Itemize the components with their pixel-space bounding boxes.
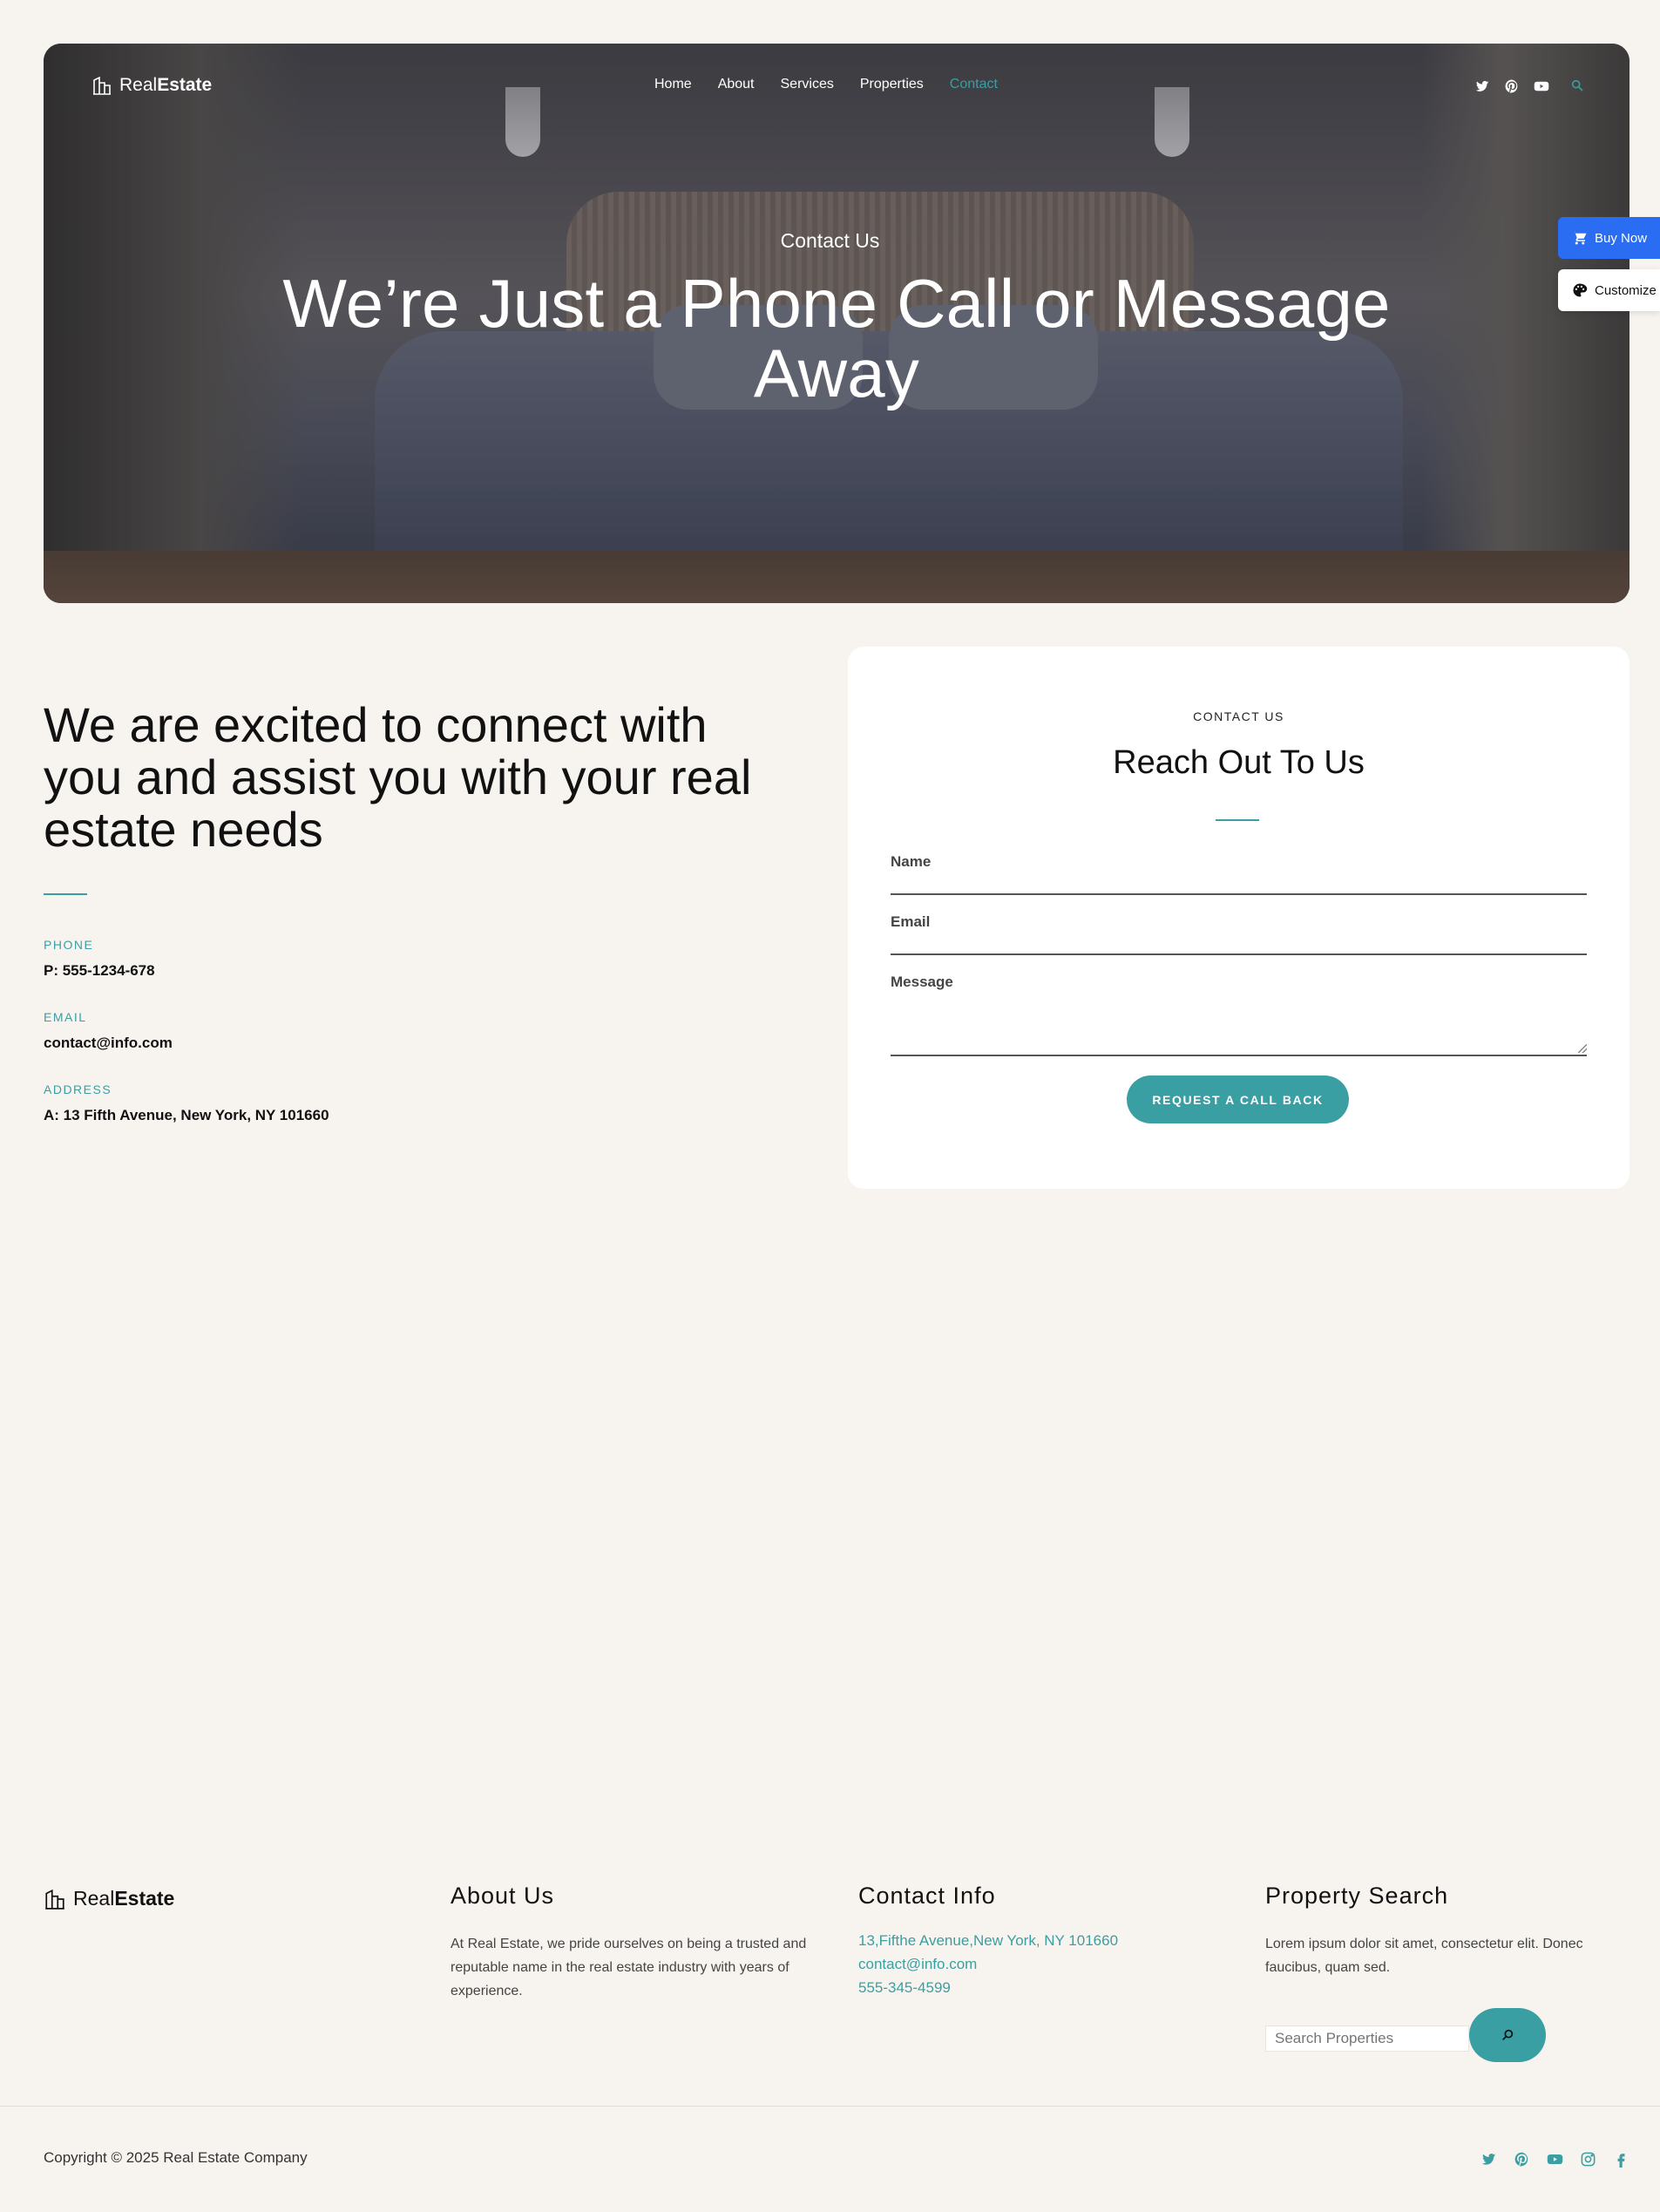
form-divider: [1216, 819, 1259, 821]
copyright-text: Copyright © 2025 Real Estate Company: [44, 2149, 308, 2166]
youtube-icon[interactable]: [1547, 2151, 1563, 2168]
footer-divider: [0, 2106, 1660, 2107]
email-field[interactable]: [891, 953, 1587, 955]
logo-text-light: Real: [119, 75, 158, 95]
address-label: ADDRESS: [44, 1082, 112, 1096]
footer-contact-phone[interactable]: 555-345-4599: [858, 1979, 951, 1997]
footer-logo[interactable]: Real Estate: [44, 1887, 174, 1910]
buy-now-label: Buy Now: [1595, 230, 1648, 246]
footer-about-title: About Us: [451, 1883, 555, 1909]
footer-contact-email[interactable]: contact@info.com: [858, 1956, 977, 1973]
footer-logo-bold: Estate: [114, 1887, 175, 1910]
search-icon[interactable]: [1570, 78, 1586, 94]
phone-label: PHONE: [44, 938, 94, 952]
contact-form-card: CONTACT US Reach Out To Us Name Email Me…: [848, 647, 1630, 1189]
footer-search-text: Lorem ipsum dolor sit amet, consectetur …: [1265, 1937, 1583, 1975]
search-icon: [1502, 2029, 1514, 2040]
name-field-label: Name: [891, 853, 932, 870]
property-search-button[interactable]: [1469, 2008, 1546, 2062]
cart-icon: [1572, 231, 1587, 245]
site-logo[interactable]: Real Estate: [91, 75, 212, 96]
form-eyebrow: CONTACT US: [1193, 709, 1284, 723]
youtube-icon[interactable]: [1534, 78, 1549, 94]
footer-about-text: At Real Estate, we pride ourselves on be…: [451, 1937, 807, 1998]
customize-button[interactable]: Customize: [1558, 269, 1660, 311]
palette-icon: [1573, 283, 1588, 297]
hero-eyebrow: Contact Us: [780, 229, 880, 252]
pinterest-icon[interactable]: [1514, 2151, 1530, 2168]
nav-services[interactable]: Services: [781, 77, 834, 92]
facebook-icon[interactable]: [1613, 2151, 1630, 2168]
nav-home[interactable]: Home: [654, 77, 692, 92]
building-logo-icon: [93, 76, 111, 95]
email-value[interactable]: contact@info.com: [44, 1035, 173, 1052]
nav-properties[interactable]: Properties: [860, 77, 924, 92]
footer-contact-address[interactable]: 13,Fifthe Avenue,New York, NY 101660: [858, 1932, 1118, 1950]
phone-value[interactable]: P: 555-1234-678: [44, 962, 155, 980]
footer-contact-title: Contact Info: [858, 1883, 996, 1909]
intro-divider: [44, 893, 87, 895]
logo-text-bold: Estate: [157, 75, 213, 95]
nav-contact[interactable]: Contact: [950, 77, 998, 92]
property-search-input[interactable]: [1265, 2025, 1469, 2052]
nav-about[interactable]: About: [718, 77, 755, 92]
address-value: A: 13 Fifth Avenue, New York, NY 101660: [44, 1107, 329, 1123]
textarea-resize-handle[interactable]: [1578, 1044, 1587, 1053]
message-field[interactable]: [891, 1055, 1587, 1056]
form-title: Reach Out To Us: [1113, 744, 1365, 781]
building-logo-icon: [45, 1889, 64, 1910]
footer-logo-light: Real: [73, 1887, 115, 1910]
message-field-label: Message: [891, 974, 953, 990]
pinterest-icon[interactable]: [1504, 78, 1520, 94]
footer-search-title: Property Search: [1265, 1883, 1449, 1909]
email-field-label: Email: [891, 913, 931, 930]
intro-heading: We are excited to connect with you and a…: [44, 697, 752, 857]
main-nav: Home About Services Properties Contact: [654, 77, 998, 92]
hero-title: We’re Just a Phone Call or Message Away: [282, 265, 1391, 411]
header-social-links: [1474, 78, 1586, 94]
request-callback-button[interactable]: REQUEST A CALL BACK: [1127, 1075, 1349, 1123]
customize-label: Customize: [1595, 282, 1657, 298]
email-label: EMAIL: [44, 1010, 87, 1024]
twitter-icon[interactable]: [1474, 78, 1490, 94]
buy-now-button[interactable]: Buy Now: [1558, 217, 1660, 259]
footer-social-links: [1480, 2151, 1630, 2168]
name-field[interactable]: [891, 893, 1587, 895]
instagram-icon[interactable]: [1580, 2151, 1596, 2168]
twitter-icon[interactable]: [1480, 2151, 1497, 2168]
